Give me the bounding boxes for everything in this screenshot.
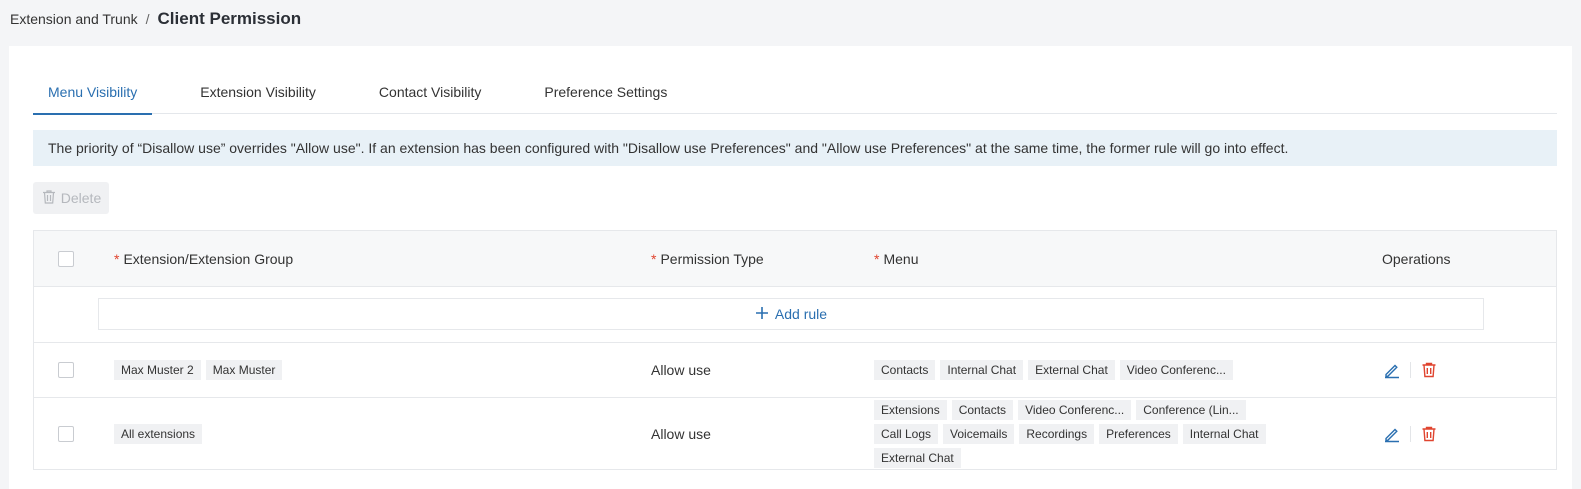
permission-cell: Allow use [651,426,711,442]
table-header: * Extension/Extension Group * Permission… [34,231,1556,287]
required-mark: * [651,250,657,267]
operations-cell [1382,398,1439,470]
add-rule-button[interactable]: Add rule [98,298,1484,330]
priority-notice: The priority of “Disallow use” overrides… [33,130,1557,166]
menu-tag: Conference (Lin... [1136,400,1246,420]
delete-button[interactable]: Delete [33,182,109,214]
page-title: Client Permission [157,9,302,28]
extension-tag: Max Muster [205,360,283,380]
header-extension-label: Extension/Extension Group [123,250,294,267]
tab-contact-visibility[interactable]: Contact Visibility [364,70,496,114]
menu-tag: Voicemails [943,424,1015,444]
header-extension: * Extension/Extension Group [114,231,293,286]
add-rule-row: Add rule [34,287,1556,343]
menu-tag: Contacts [951,400,1014,420]
add-rule-label: Add rule [774,306,828,322]
select-all-checkbox[interactable] [58,250,74,267]
menu-tag: Recordings [1019,424,1095,444]
menu-cell: Contacts Internal Chat External Chat Vid… [874,343,1314,397]
tab-bar: Menu Visibility Extension Visibility Con… [33,70,1557,115]
header-operations: Operations [1382,250,1451,267]
menu-tag: Contacts [874,360,936,380]
required-mark: * [114,250,120,267]
header-menu: * Menu [874,231,918,286]
rules-table: * Extension/Extension Group * Permission… [33,230,1557,470]
header-permission-label: Permission Type [660,250,764,267]
edit-icon[interactable] [1382,424,1402,444]
required-mark: * [874,250,880,267]
menu-tag: Extensions [874,400,947,420]
breadcrumb-parent[interactable]: Extension and Trunk [10,11,138,27]
menu-tag: Internal Chat [1182,424,1266,444]
extension-cell: All extensions [114,398,207,470]
trash-icon [41,189,57,208]
trash-icon[interactable] [1419,424,1439,444]
operations-cell [1382,343,1439,397]
menu-tag: Preferences [1099,424,1178,444]
permission-cell: Allow use [651,362,711,378]
operations-divider [1410,426,1411,442]
tab-preference-settings[interactable]: Preference Settings [529,70,682,114]
tab-menu-visibility[interactable]: Menu Visibility [33,70,153,115]
content-card: Menu Visibility Extension Visibility Con… [9,46,1572,489]
menu-tag: External Chat [1028,360,1115,380]
extension-tag: Max Muster 2 [114,360,201,380]
header-menu-label: Menu [883,250,919,267]
trash-icon[interactable] [1419,360,1439,380]
menu-cell: Extensions Contacts Video Conferenc... C… [874,398,1314,470]
plus-icon [755,306,769,323]
row-checkbox[interactable] [58,426,74,442]
tab-extension-visibility[interactable]: Extension Visibility [185,70,331,114]
header-permission: * Permission Type [651,231,764,286]
breadcrumb-separator: / [145,11,150,27]
menu-tag: Video Conferenc... [1018,400,1132,420]
extension-cell: Max Muster 2 Max Muster [114,343,287,397]
delete-button-label: Delete [60,190,102,206]
edit-icon[interactable] [1382,360,1402,380]
menu-tag: Internal Chat [940,360,1024,380]
row-checkbox[interactable] [58,362,74,378]
breadcrumb: Extension and Trunk / Client Permission [10,0,301,38]
menu-tag: Call Logs [874,424,939,444]
table-row: Max Muster 2 Max Muster Allow use Contac… [34,343,1556,398]
extension-tag: All extensions [114,424,203,444]
menu-tag: Video Conferenc... [1119,360,1233,380]
menu-tag: External Chat [874,448,961,468]
operations-divider [1410,362,1411,378]
table-row: All extensions Allow use Extensions Cont… [34,398,1556,470]
